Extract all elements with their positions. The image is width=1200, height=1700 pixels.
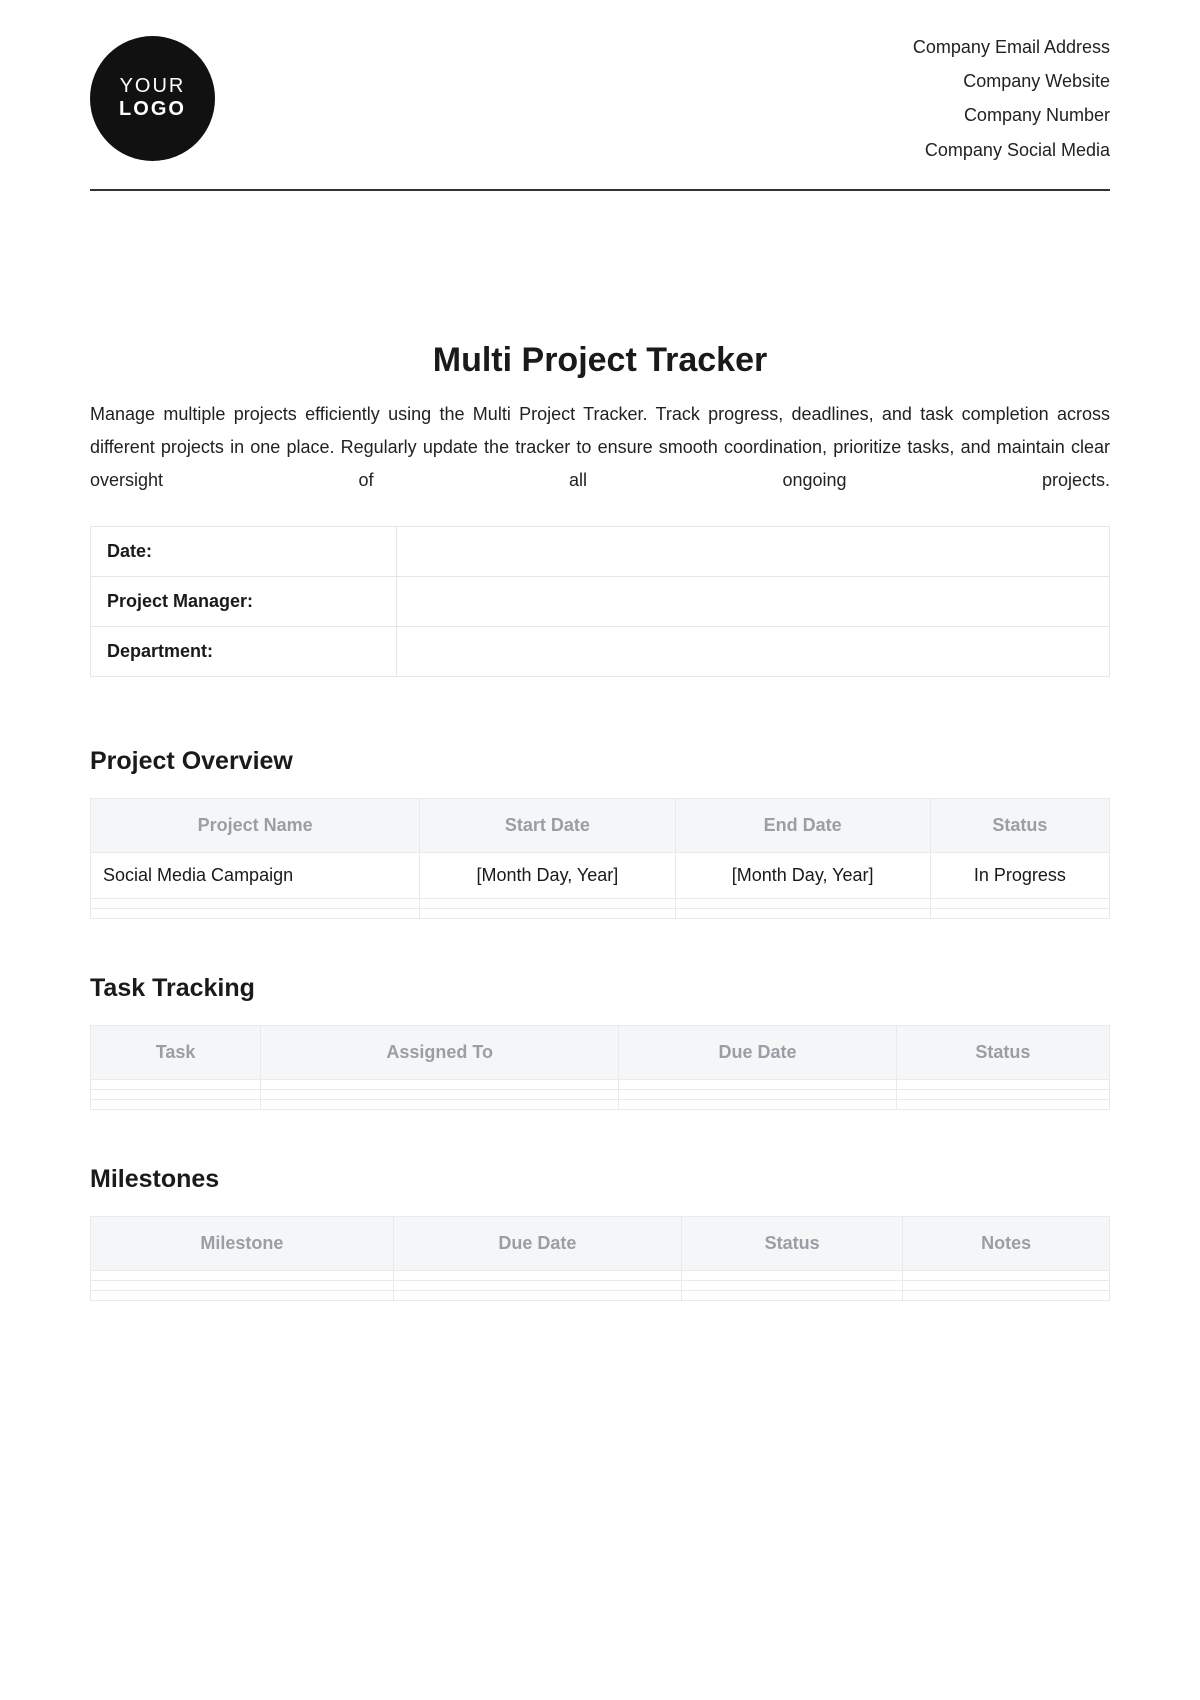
- logo-line-2: LOGO: [119, 98, 186, 121]
- info-row-date: Date:: [91, 526, 1110, 576]
- info-row-department: Department:: [91, 626, 1110, 676]
- company-email: Company Email Address: [913, 30, 1110, 64]
- milestones-header-notes: Notes: [903, 1216, 1110, 1270]
- overview-header-start: Start Date: [420, 798, 675, 852]
- overview-cell-status[interactable]: In Progress: [930, 852, 1109, 898]
- tasks-header-task: Task: [91, 1025, 261, 1079]
- overview-header-end: End Date: [675, 798, 930, 852]
- info-row-manager: Project Manager:: [91, 576, 1110, 626]
- page-title: Multi Project Tracker: [90, 341, 1110, 380]
- tasks-table: Task Assigned To Due Date Status: [90, 1025, 1110, 1110]
- tasks-header-due: Due Date: [619, 1025, 897, 1079]
- overview-table: Project Name Start Date End Date Status …: [90, 798, 1110, 919]
- table-row: Social Media Campaign [Month Day, Year] …: [91, 852, 1110, 898]
- section-title-tasks: Task Tracking: [90, 974, 1110, 1003]
- company-info: Company Email Address Company Website Co…: [913, 30, 1110, 167]
- milestones-header-status: Status: [682, 1216, 903, 1270]
- document-header: YOUR LOGO Company Email Address Company …: [90, 30, 1110, 191]
- overview-cell-end[interactable]: [Month Day, Year]: [675, 852, 930, 898]
- milestones-table: Milestone Due Date Status Notes: [90, 1216, 1110, 1301]
- table-row: [91, 1099, 1110, 1109]
- milestones-header-milestone: Milestone: [91, 1216, 394, 1270]
- table-row: [91, 908, 1110, 918]
- table-row: [91, 898, 1110, 908]
- tasks-header-status: Status: [896, 1025, 1109, 1079]
- logo-placeholder: YOUR LOGO: [90, 36, 215, 161]
- table-row: [91, 1079, 1110, 1089]
- table-row: [91, 1089, 1110, 1099]
- info-label-manager: Project Manager:: [91, 576, 397, 626]
- table-row: [91, 1270, 1110, 1280]
- overview-cell-name[interactable]: Social Media Campaign: [91, 852, 420, 898]
- table-row: [91, 1280, 1110, 1290]
- company-website: Company Website: [913, 64, 1110, 98]
- info-label-department: Department:: [91, 626, 397, 676]
- company-number: Company Number: [913, 98, 1110, 132]
- table-row: [91, 1290, 1110, 1300]
- section-title-overview: Project Overview: [90, 747, 1110, 776]
- company-social: Company Social Media: [913, 133, 1110, 167]
- info-value-manager[interactable]: [396, 576, 1109, 626]
- description: Manage multiple projects efficiently usi…: [90, 398, 1110, 498]
- logo-line-1: YOUR: [120, 75, 186, 98]
- tasks-header-assigned: Assigned To: [261, 1025, 619, 1079]
- overview-header-name: Project Name: [91, 798, 420, 852]
- milestones-header-due: Due Date: [393, 1216, 681, 1270]
- overview-header-status: Status: [930, 798, 1109, 852]
- info-table: Date: Project Manager: Department:: [90, 526, 1110, 677]
- info-label-date: Date:: [91, 526, 397, 576]
- info-value-department[interactable]: [396, 626, 1109, 676]
- overview-cell-start[interactable]: [Month Day, Year]: [420, 852, 675, 898]
- section-title-milestones: Milestones: [90, 1165, 1110, 1194]
- info-value-date[interactable]: [396, 526, 1109, 576]
